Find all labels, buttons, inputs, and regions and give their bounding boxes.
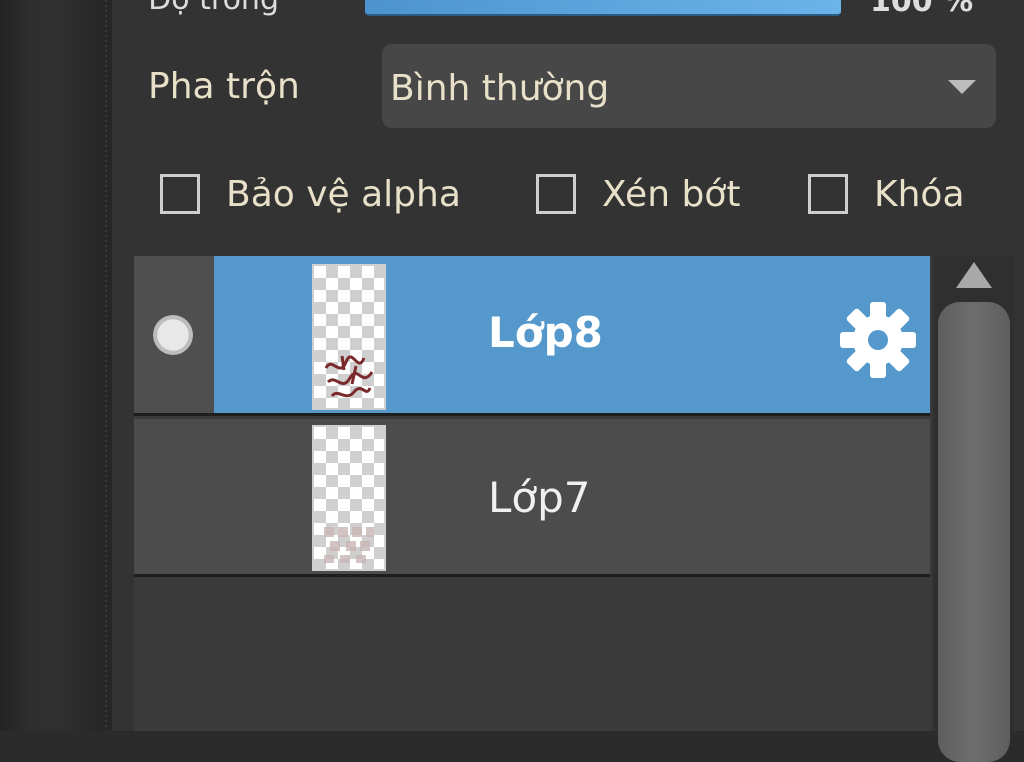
canvas-edge bbox=[0, 0, 100, 731]
protect-alpha-option[interactable]: Bảo vệ alpha bbox=[160, 170, 490, 224]
lock-option[interactable]: Khóa bbox=[808, 170, 998, 224]
lock-label: Khóa bbox=[874, 174, 965, 215]
panel-splitter[interactable] bbox=[100, 0, 112, 731]
opacity-label: Độ trong bbox=[148, 0, 279, 17]
blend-mode-value: Bình thường bbox=[390, 68, 610, 109]
clip-checkbox[interactable] bbox=[536, 174, 576, 214]
layer-row[interactable]: Lớp7 bbox=[134, 419, 930, 577]
scrollbar-thumb[interactable] bbox=[938, 302, 1010, 762]
gear-icon[interactable] bbox=[838, 300, 918, 380]
protect-alpha-label: Bảo vệ alpha bbox=[226, 174, 461, 215]
layer-name: Lớp7 bbox=[488, 473, 591, 522]
scroll-up-arrow-icon[interactable] bbox=[956, 262, 992, 288]
layer-name: Lớp8 bbox=[488, 308, 603, 357]
protect-alpha-checkbox[interactable] bbox=[160, 174, 200, 214]
clip-label: Xén bớt bbox=[602, 174, 741, 215]
blend-mode-label: Pha trộn bbox=[148, 66, 300, 107]
thumbnail-content bbox=[324, 355, 374, 398]
opacity-value: 100 % bbox=[870, 0, 974, 19]
thumbnail-content bbox=[324, 527, 374, 563]
layer-list: Lớp8 Lớp7 bbox=[134, 256, 932, 731]
chevron-down-icon bbox=[948, 80, 976, 94]
layer-thumbnail bbox=[312, 264, 386, 410]
visibility-toggle-icon[interactable] bbox=[153, 315, 193, 355]
layer-row-selected[interactable]: Lớp8 bbox=[134, 256, 930, 416]
blend-mode-select[interactable]: Bình thường bbox=[382, 44, 996, 128]
visibility-column bbox=[134, 256, 214, 413]
clip-option[interactable]: Xén bớt bbox=[536, 170, 766, 224]
layer-thumbnail bbox=[312, 425, 386, 571]
opacity-slider[interactable] bbox=[365, 0, 841, 16]
layer-list-scrollbar[interactable] bbox=[934, 256, 1014, 762]
lock-checkbox[interactable] bbox=[808, 174, 848, 214]
